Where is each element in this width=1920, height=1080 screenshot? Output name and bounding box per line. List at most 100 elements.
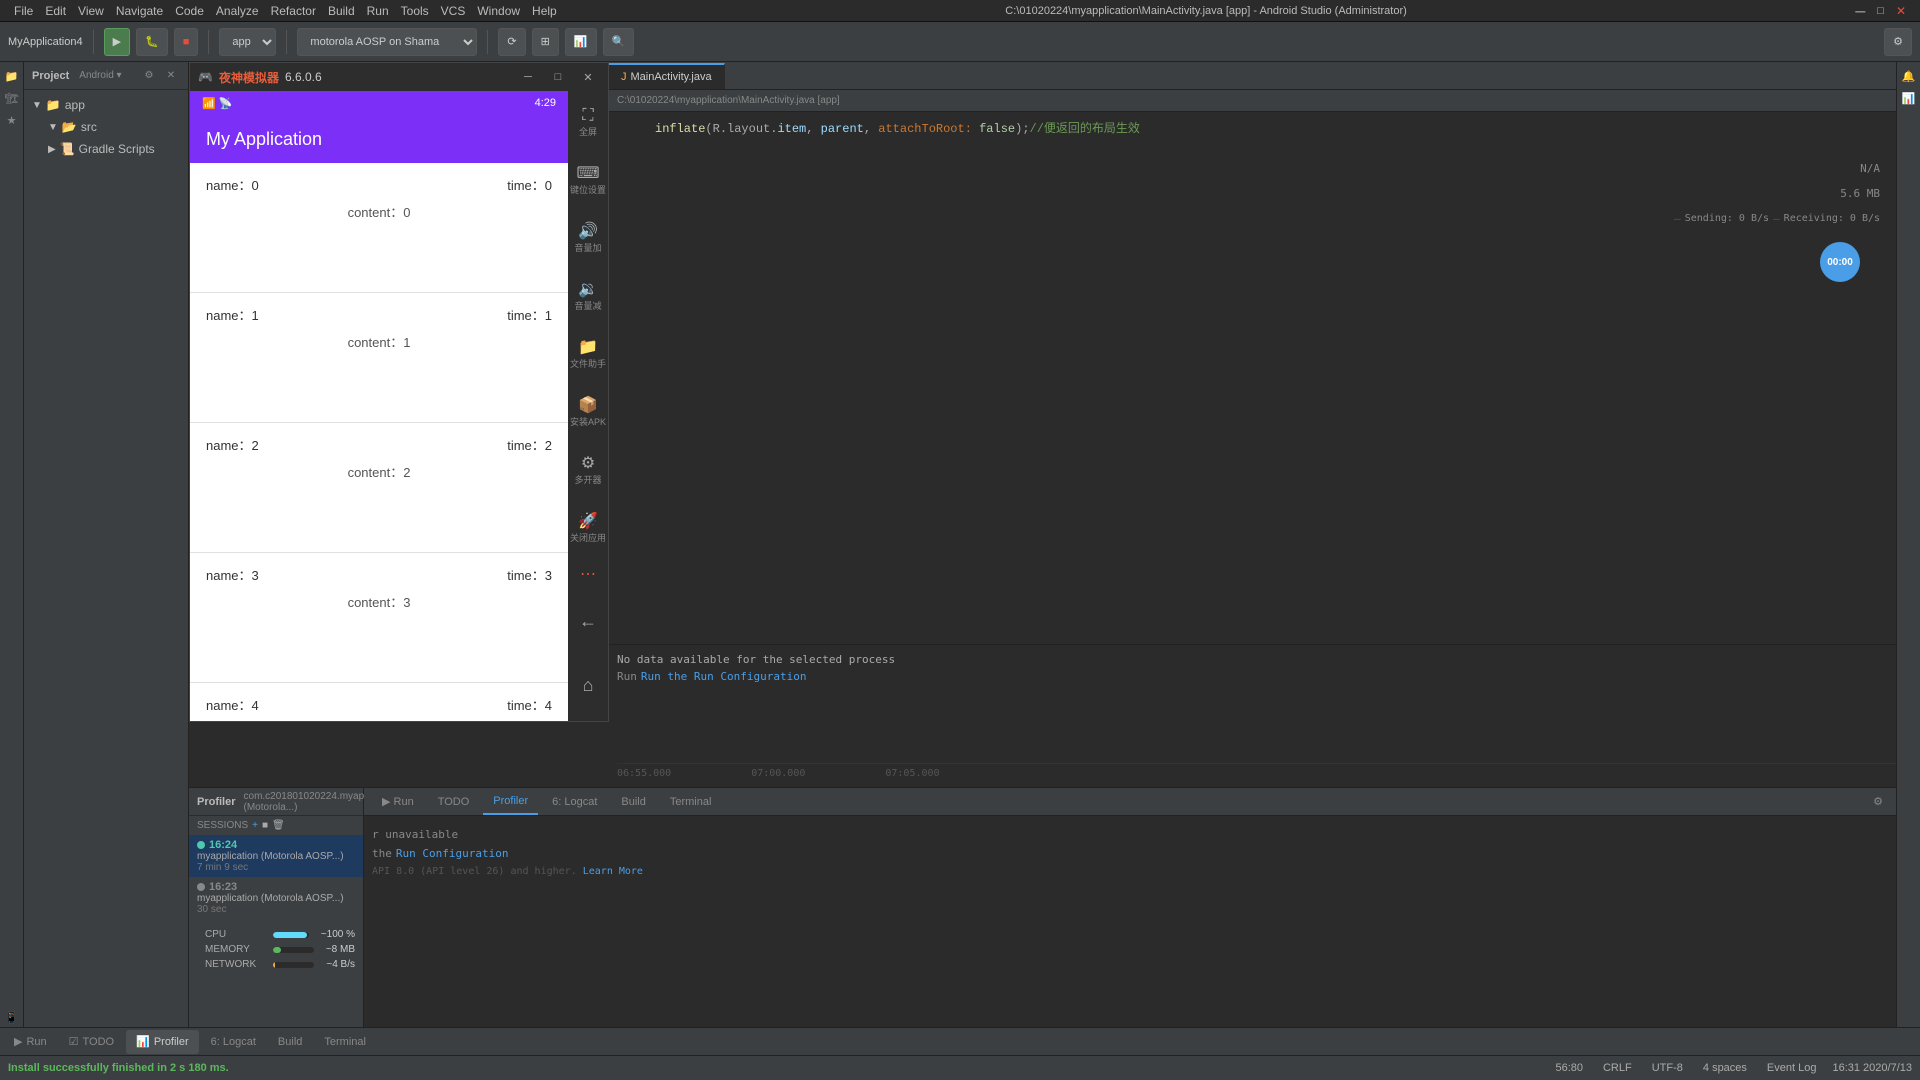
encoding-indicator[interactable]: UTF-8 [1648,1062,1687,1074]
sessions-header: SESSIONS + ■ 🗑 [189,816,363,835]
run-config-link-2[interactable]: Run Configuration [396,847,509,860]
menu-help[interactable]: Help [526,2,563,20]
tab-todo[interactable]: ☑ TODO [59,1030,124,1054]
emu-back-btn[interactable]: ← [564,593,612,649]
run-config-selector[interactable]: app [219,28,276,56]
menu-view[interactable]: View [72,2,110,20]
menu-edit[interactable]: Edit [39,2,72,20]
session-item-0[interactable]: 16:24 myapplication (Motorola AOSP...) 7… [189,835,363,877]
emu-btn-install[interactable]: 📦 安装APK [564,385,612,439]
settings-btn[interactable]: ⚙ [1884,28,1912,56]
emu-home-btn[interactable]: ⌂ [564,657,612,713]
session-0-time: 16:24 [209,839,237,851]
add-session-btn[interactable]: + [252,820,258,831]
profiler-tab[interactable]: Profiler [483,789,538,815]
menu-refactor[interactable]: Refactor [265,2,322,20]
profile-btn[interactable]: 📊 [565,28,597,56]
panel-settings-icon[interactable]: ⚙ [140,67,158,85]
run-output-area: No data available for the selected proce… [609,644,1920,787]
item-1-time: time：1 [507,305,552,324]
android-selector[interactable]: Android ▾ [79,70,121,81]
tab-logcat[interactable]: 6: Logcat [201,1030,266,1054]
sync-btn[interactable]: ⟳ [498,28,525,56]
tree-item-src[interactable]: ▼ 📂 src [24,116,188,138]
item-1-content: content：1 [348,335,411,350]
bottom-panel: Profiler com.c201801020224.myapplication… [189,787,1920,1027]
device-manager-icon[interactable]: 📱 [2,1007,22,1027]
crlf-indicator[interactable]: CRLF [1599,1062,1636,1074]
menu-analyze[interactable]: Analyze [210,2,265,20]
tab-terminal[interactable]: Terminal [314,1030,376,1054]
menu-file[interactable]: File [8,2,39,20]
profiler-tab-icon: 📊 [136,1035,150,1048]
session-item-1[interactable]: 16:23 myapplication (Motorola AOSP...) 3… [189,877,363,919]
emulator-logo: 🎮 [198,70,213,84]
emulator-close[interactable]: ✕ [576,68,600,86]
event-log-btn[interactable]: Event Log [1763,1062,1821,1074]
close-app-icon: 🚀 [578,511,598,531]
minimize-btn[interactable]: ─ [1849,1,1871,21]
learn-more-link[interactable]: Learn More [583,866,643,877]
emu-btn-volume-down[interactable]: 🔉 音量减 [564,269,612,323]
emu-btn-fullscreen[interactable]: ⛶ 全屏 [564,95,612,149]
tree-item-app[interactable]: ▼ 📁 app [24,94,188,116]
indent-indicator[interactable]: 4 spaces [1699,1062,1751,1074]
menu-vcs[interactable]: VCS [435,2,472,20]
emulator-content: 📶 📡 4:29 My Application nam [190,91,608,721]
run-config-link[interactable]: Run the Run Configuration [641,670,807,683]
item-2-content: content：2 [348,465,411,480]
emu-btn-keymap[interactable]: ⌨ 键位设置 [564,153,612,207]
panel-close-icon[interactable]: ✕ [162,67,180,85]
terminal-tab[interactable]: Terminal [660,789,722,815]
memory-value: ~8 MB [326,944,355,955]
menu-build[interactable]: Build [322,2,361,20]
volume-up-icon: 🔊 [578,221,598,241]
code-line-1: inflate(R.layout.item, parent, attachToR… [617,120,1912,139]
close-btn[interactable]: ✕ [1890,2,1912,20]
emu-btn-close-app[interactable]: 🚀 关闭应用 [564,500,612,554]
tab-profiler[interactable]: 📊 Profiler [126,1030,199,1054]
build-tab[interactable]: Build [611,789,655,815]
emu-btn-multi[interactable]: ⚙ 多开器 [564,442,612,496]
maximize-btn[interactable]: □ [1871,3,1890,19]
tab-build[interactable]: Build [268,1030,312,1054]
right-icon-2[interactable]: 📊 [1899,88,1919,108]
stop-session-btn[interactable]: ■ [262,820,268,831]
emu-btn-volume-up[interactable]: 🔊 音量加 [564,211,612,265]
tab-run[interactable]: ▶ Run [4,1030,57,1054]
right-icon-1[interactable]: 🔔 [1899,66,1919,86]
timer-circle-container: 00:00 [1820,242,1860,282]
editor-tab-mainactivity[interactable]: J MainActivity.java [609,63,725,89]
menu-run[interactable]: Run [361,2,395,20]
profiler-sessions-panel: Profiler com.c201801020224.myapplication… [189,788,364,1027]
structure-icon[interactable]: 🏗 [2,88,22,108]
layout-inspector-btn[interactable]: ⊞ [532,28,559,56]
device-selector[interactable]: motorola AOSP on Shama [297,28,477,56]
tree-item-gradle[interactable]: ▶ 📜 Gradle Scripts [24,138,188,160]
menu-navigate[interactable]: Navigate [110,2,169,20]
emu-dot-menu[interactable]: ⋯ [564,558,612,589]
settings-run-icon[interactable]: ⚙ [1868,792,1888,812]
stop-button[interactable]: ■ [174,28,199,56]
toolbar-separator-3 [286,30,287,54]
run-button[interactable]: ▶ [104,28,130,56]
todo-tab[interactable]: TODO [428,789,480,815]
file-position[interactable]: 56:80 [1551,1062,1587,1074]
debug-button[interactable]: 🐛 [136,28,168,56]
list-item-2: name：2 time：2 content：2 [190,423,568,553]
run-tab[interactable]: ▶ Run [372,789,424,815]
menu-tools[interactable]: Tools [395,2,435,20]
phone-app-bar: My Application [190,115,568,163]
menu-code[interactable]: Code [169,2,210,20]
delete-session-btn[interactable]: 🗑 [272,820,285,831]
emulator-maximize[interactable]: □ [546,68,570,86]
project-icon[interactable]: 📁 [2,66,22,86]
emulator-minimize[interactable]: ─ [516,68,540,86]
install-success-msg: Install successfully finished in 2 s 180… [8,1062,229,1074]
menu-window[interactable]: Window [471,2,526,20]
phone-content[interactable]: name：0 time：0 content：0 name：1 [190,163,568,721]
favorites-icon[interactable]: ★ [2,110,22,130]
logcat-tab[interactable]: 6: Logcat [542,789,607,815]
emu-btn-file[interactable]: 📁 文件助手 [564,327,612,381]
search-everywhere-btn[interactable]: 🔍 [603,28,635,56]
